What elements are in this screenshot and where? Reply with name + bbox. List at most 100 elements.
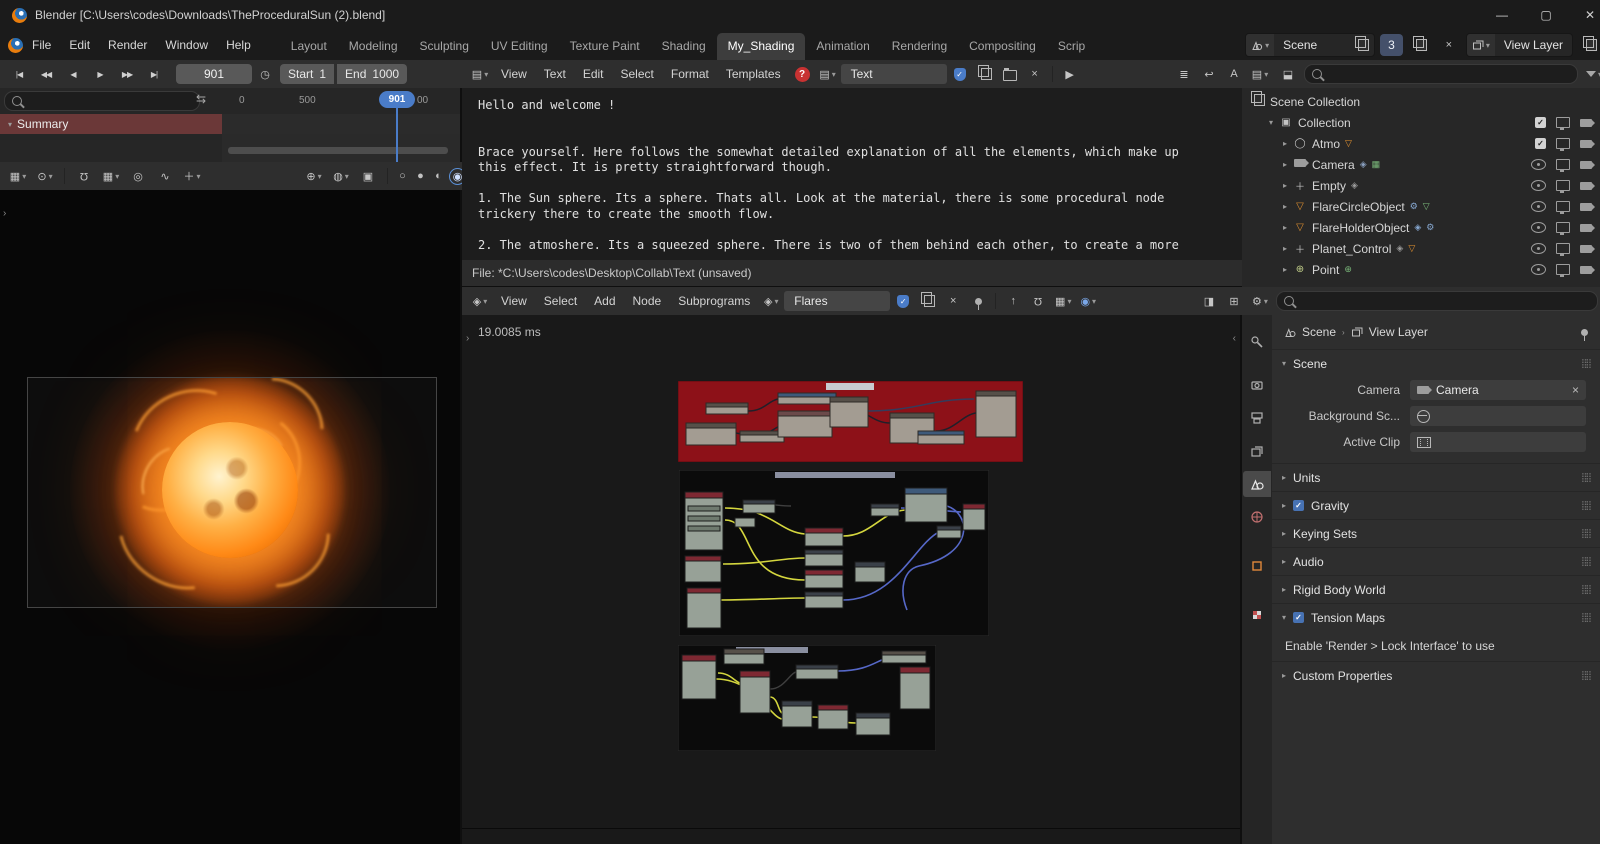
dopesheet-search-input[interactable] — [4, 91, 200, 111]
snap-magnet-icon[interactable]: Ω — [1026, 291, 1050, 311]
tab-scripting[interactable]: Scrip — [1047, 33, 1096, 60]
panel-audio[interactable]: ▸ Audio ⣿⣿ — [1272, 547, 1600, 575]
panel-drag-handle[interactable]: ⣿⣿ — [1581, 500, 1592, 511]
frame-end-field[interactable]: End 1000 — [337, 64, 408, 84]
current-frame-field[interactable]: 901 — [176, 64, 252, 84]
panel-drag-handle[interactable]: ⣿⣿ — [1581, 472, 1592, 483]
line-numbers-icon[interactable]: ≣ — [1172, 64, 1196, 84]
proportional-editing-icon[interactable]: ◎ — [126, 166, 150, 186]
menu-select[interactable]: Select — [536, 291, 585, 311]
nodetree-datablock-name[interactable]: Flares — [784, 291, 891, 311]
tab-modeling[interactable]: Modeling — [338, 33, 409, 60]
hide-eye-icon[interactable] — [1531, 159, 1546, 170]
copy-scene-icon[interactable] — [1408, 35, 1432, 55]
disable-render-icon[interactable] — [1580, 202, 1595, 211]
alert-icon[interactable]: ? — [794, 66, 810, 82]
tool-tab[interactable] — [1243, 329, 1271, 355]
menu-window[interactable]: Window — [156, 34, 217, 56]
run-script-button[interactable]: ▶ — [1058, 64, 1082, 84]
menu-subprograms[interactable]: Subprograms — [670, 291, 758, 311]
outliner-item[interactable]: ▸ ＋ Planet_Control ◈ ▽ — [1242, 238, 1600, 259]
outliner-tree[interactable]: Scene Collection ▾ ▣ Collection ✓ ▸ ◯ At… — [1242, 88, 1600, 288]
disable-viewport-icon[interactable] — [1556, 243, 1570, 256]
expand-arrow-icon[interactable]: ▸ — [1278, 181, 1292, 190]
window-titlebar[interactable]: Blender [C:\Users\codes\Downloads\ThePro… — [0, 0, 1600, 30]
panel-expand-icon[interactable]: ▸ — [1282, 585, 1286, 594]
maximize-button[interactable]: ▢ — [1524, 0, 1568, 30]
panel-drag-handle[interactable]: ⣿⣿ — [1581, 612, 1592, 623]
expand-arrow-icon[interactable]: ▸ — [1278, 202, 1292, 211]
unlink-scene-icon[interactable]: × — [1437, 35, 1461, 55]
menu-edit[interactable]: Edit — [575, 64, 612, 84]
tab-rendering[interactable]: Rendering — [881, 33, 958, 60]
dopesheet-area[interactable]: ▾ Summary — [0, 114, 460, 162]
hide-eye-icon[interactable] — [1531, 201, 1546, 212]
word-wrap-icon[interactable]: ↩ — [1197, 64, 1221, 84]
properties-search-input[interactable] — [1276, 291, 1598, 311]
shield-icon[interactable]: ✓ — [948, 64, 972, 84]
object-tab[interactable] — [1243, 553, 1271, 579]
breadcrumb-view-layer[interactable]: View Layer — [1369, 325, 1428, 339]
next-keyframe-button[interactable]: ▶▶ — [114, 64, 140, 84]
open-folder-icon[interactable] — [998, 64, 1022, 84]
world-tab[interactable] — [1243, 504, 1271, 530]
breadcrumb-scene[interactable]: Scene — [1302, 325, 1336, 339]
parent-node-tree-icon[interactable]: ↑ — [1001, 291, 1025, 311]
expand-arrow-icon[interactable]: ▸ — [1278, 223, 1292, 232]
disable-render-icon[interactable] — [1580, 223, 1595, 232]
panel-expand-icon[interactable]: ▾ — [1282, 359, 1286, 368]
view-layer-tab[interactable] — [1243, 438, 1271, 464]
disable-viewport-icon[interactable] — [1556, 264, 1570, 277]
shield-icon[interactable]: ✓ — [891, 291, 915, 311]
menu-select[interactable]: Select — [613, 64, 662, 84]
hide-eye-icon[interactable] — [1531, 243, 1546, 254]
panel-rigid-body-world[interactable]: ▸ Rigid Body World ⣿⣿ — [1272, 575, 1600, 603]
text-editor-body[interactable]: Hello and welcome ! Brace yourself. Here… — [462, 88, 1256, 270]
expand-arrow-icon[interactable]: ▸ — [1278, 265, 1292, 274]
panel-drag-handle[interactable]: ⣿⣿ — [1581, 358, 1592, 369]
channel-expand-icon[interactable]: ▾ — [8, 120, 12, 129]
scene-selector[interactable]: ▾ Scene — [1245, 33, 1376, 57]
scene-icon[interactable]: ▾ — [1246, 34, 1275, 56]
menu-templates[interactable]: Templates — [718, 64, 789, 84]
panel-gravity[interactable]: ▸ ✓ Gravity ⣿⣿ — [1272, 491, 1600, 519]
panel-expand-icon[interactable]: ▾ — [1282, 613, 1286, 622]
panel-drag-handle[interactable]: ⣿⣿ — [1581, 528, 1592, 539]
editor-type-button[interactable]: ▤ ▾ — [1248, 64, 1272, 84]
menu-help[interactable]: Help — [217, 34, 260, 56]
pin-icon[interactable] — [966, 291, 990, 311]
hide-eye-icon[interactable] — [1531, 222, 1546, 233]
panel-units[interactable]: ▸ Units ⣿⣿ — [1272, 463, 1600, 491]
background-scene-field[interactable] — [1410, 406, 1586, 426]
disable-render-icon[interactable] — [1580, 265, 1595, 274]
play-button[interactable]: ▶ — [87, 64, 113, 84]
play-reverse-button[interactable]: ◀ — [60, 64, 86, 84]
close-button[interactable]: ✕ — [1568, 0, 1600, 30]
view-layer-selector[interactable]: ▾ View Layer — [1465, 33, 1573, 57]
wireframe-shading-icon[interactable]: ○ — [395, 169, 410, 184]
editor-type-button[interactable]: ▦ ▾ — [6, 166, 30, 186]
snap-target-dropdown[interactable]: ▦ ▾ — [1051, 291, 1075, 311]
new-scene-icon[interactable] — [1350, 35, 1374, 55]
disable-viewport-icon[interactable] — [1556, 159, 1570, 172]
nodetree-datablock-icon[interactable]: ◈ ▾ — [759, 291, 783, 311]
menu-add[interactable]: Add — [586, 291, 623, 311]
outliner-item[interactable]: ▸ ＋ Empty ◈ — [1242, 175, 1600, 196]
tab-shading[interactable]: Shading — [651, 33, 717, 60]
disable-viewport-icon[interactable] — [1556, 138, 1570, 151]
panel-drag-handle[interactable]: ⣿⣿ — [1581, 584, 1592, 595]
unlink-icon[interactable]: × — [941, 291, 965, 311]
node-frame-red[interactable] — [677, 380, 1024, 465]
selectable-checkbox[interactable]: ✓ — [1535, 138, 1546, 149]
panel-keying-sets[interactable]: ▸ Keying Sets ⣿⣿ — [1272, 519, 1600, 547]
falloff-curve-icon[interactable]: ∿ — [153, 166, 177, 186]
xray-toggle-icon[interactable]: ▣ — [356, 166, 380, 186]
scene-name[interactable]: Scene — [1274, 38, 1350, 52]
display-mode-icon[interactable]: ⬓ — [1276, 64, 1300, 84]
node-group-b[interactable] — [677, 644, 937, 754]
disable-render-icon[interactable] — [1580, 118, 1595, 127]
panel-expand-icon[interactable]: ▸ — [1282, 529, 1286, 538]
editor-options-icon[interactable]: ◨ — [1197, 291, 1221, 311]
disable-render-icon[interactable] — [1580, 244, 1595, 253]
playhead-frame-badge[interactable]: 901 — [379, 91, 415, 108]
